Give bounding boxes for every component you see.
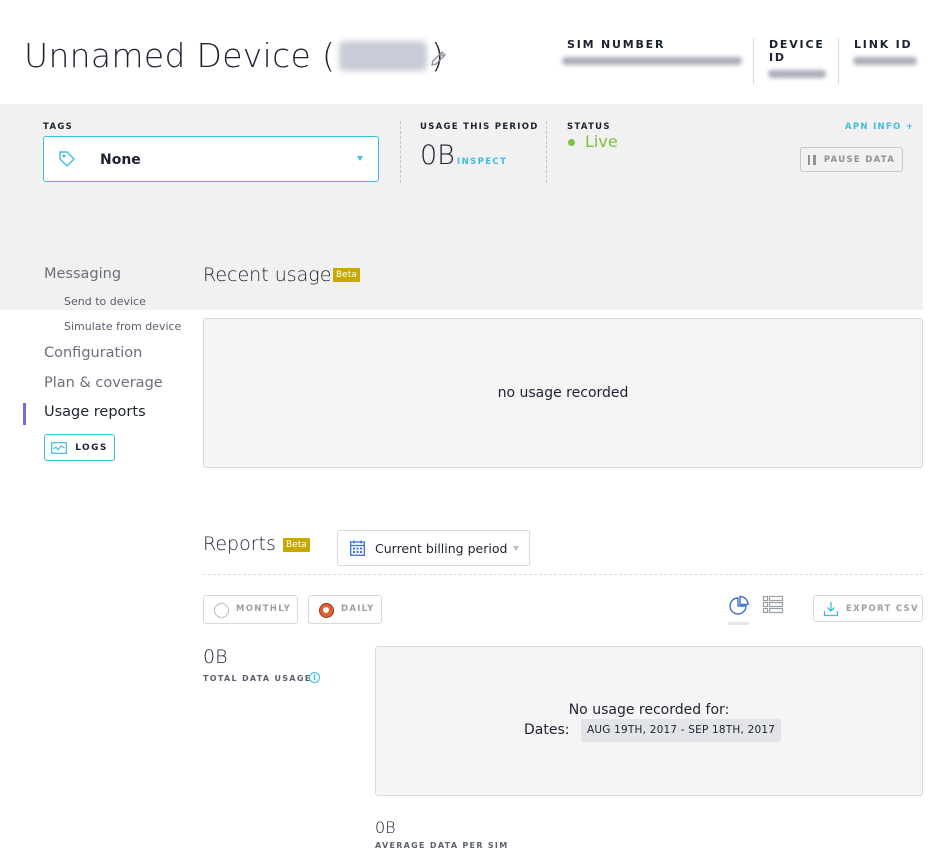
logs-button[interactable]: LOGS bbox=[44, 434, 115, 461]
radio-on-icon bbox=[319, 603, 334, 618]
usage-chart-panel: No usage recorded for: Dates: AUG 19TH, … bbox=[375, 646, 923, 796]
download-icon bbox=[823, 602, 839, 617]
link-id-label: LINK ID bbox=[854, 38, 913, 51]
pause-data-button[interactable]: PAUSE DATA bbox=[800, 147, 903, 172]
recent-usage-title: Recent usage bbox=[203, 264, 332, 286]
divider bbox=[400, 121, 401, 183]
device-id-label-line1: DEVICE bbox=[769, 38, 825, 51]
calendar-icon bbox=[350, 540, 365, 556]
active-view-underline bbox=[728, 622, 749, 625]
billing-period-value: Current billing period bbox=[375, 541, 508, 556]
divider bbox=[546, 121, 547, 183]
reports-title: Reports bbox=[203, 533, 276, 555]
sidebar-item-usage-reports[interactable]: Usage reports bbox=[44, 404, 146, 420]
sidebar-item-configuration[interactable]: Configuration bbox=[44, 345, 142, 361]
beta-badge: Beta bbox=[333, 268, 360, 282]
total-usage-value: 0B bbox=[203, 646, 228, 668]
status-label: STATUS bbox=[567, 122, 611, 132]
no-usage-for-message: No usage recorded for: bbox=[568, 702, 730, 718]
total-usage-label: TOTAL DATA USAGE bbox=[203, 674, 312, 683]
monthly-label: MONTHLY bbox=[236, 604, 292, 614]
tags-value: None bbox=[100, 152, 141, 168]
logs-label: LOGS bbox=[75, 442, 108, 453]
redacted-link-id bbox=[853, 57, 917, 65]
pie-chart-icon[interactable] bbox=[728, 595, 750, 617]
export-csv-button[interactable]: EXPORT CSV bbox=[813, 595, 923, 622]
daily-radio[interactable]: DAILY bbox=[308, 595, 382, 624]
pencil-icon[interactable] bbox=[428, 49, 448, 69]
sidebar-item-plan-coverage[interactable]: Plan & coverage bbox=[44, 375, 163, 391]
sim-number-label: SIM NUMBER bbox=[567, 38, 666, 51]
radio-off-icon bbox=[214, 603, 229, 618]
average-usage-label: AVERAGE DATA PER SIM bbox=[375, 841, 509, 850]
redacted-device-name bbox=[339, 40, 428, 71]
usage-label: USAGE THIS PERIOD bbox=[420, 122, 539, 132]
tags-select[interactable]: None bbox=[43, 136, 379, 182]
dates-range: AUG 19TH, 2017 - SEP 18TH, 2017 bbox=[581, 719, 782, 742]
chevron-down-icon bbox=[513, 546, 519, 551]
pause-data-label: PAUSE DATA bbox=[823, 154, 896, 165]
beta-badge: Beta bbox=[283, 538, 310, 552]
logs-icon bbox=[51, 441, 68, 454]
tag-icon bbox=[59, 151, 75, 167]
tags-label: TAGS bbox=[43, 122, 74, 132]
info-icon[interactable]: i bbox=[309, 672, 320, 683]
status-dot-icon bbox=[568, 139, 575, 146]
recent-usage-panel: no usage recorded bbox=[203, 318, 923, 468]
usage-value: 0B bbox=[420, 140, 455, 171]
header-divider bbox=[838, 38, 839, 84]
page-title: Unnamed Device ( ) bbox=[24, 36, 444, 75]
billing-period-select[interactable]: Current billing period bbox=[337, 530, 530, 566]
pause-icon bbox=[807, 154, 816, 165]
inspect-link[interactable]: INSPECT bbox=[457, 157, 507, 167]
apn-info-link[interactable]: APN INFO + bbox=[845, 122, 914, 132]
title-prefix: Unnamed Device ( bbox=[24, 36, 336, 75]
export-csv-label: EXPORT CSV bbox=[846, 604, 919, 614]
status-value: Live bbox=[585, 132, 618, 151]
band-edge bbox=[923, 104, 941, 310]
monthly-radio[interactable]: MONTHLY bbox=[203, 595, 298, 624]
average-usage-value: 0B bbox=[375, 818, 396, 837]
device-id-label: DEVICE ID bbox=[769, 38, 825, 64]
list-view-icon[interactable] bbox=[762, 594, 784, 616]
active-indicator bbox=[23, 403, 26, 425]
daily-label: DAILY bbox=[341, 604, 375, 614]
sidebar-item-messaging[interactable]: Messaging bbox=[44, 266, 121, 282]
sidebar-item-simulate-from-device[interactable]: Simulate from device bbox=[64, 320, 181, 333]
sidebar-item-send-to-device[interactable]: Send to device bbox=[64, 295, 146, 308]
no-usage-message: no usage recorded bbox=[497, 385, 629, 401]
chevron-down-icon bbox=[357, 156, 363, 161]
section-divider bbox=[203, 574, 923, 575]
dates-label: Dates: bbox=[524, 722, 570, 738]
redacted-sim-number bbox=[562, 57, 742, 65]
redacted-device-id bbox=[768, 70, 826, 78]
device-id-label-line2: ID bbox=[769, 51, 786, 64]
header-divider bbox=[753, 38, 754, 84]
